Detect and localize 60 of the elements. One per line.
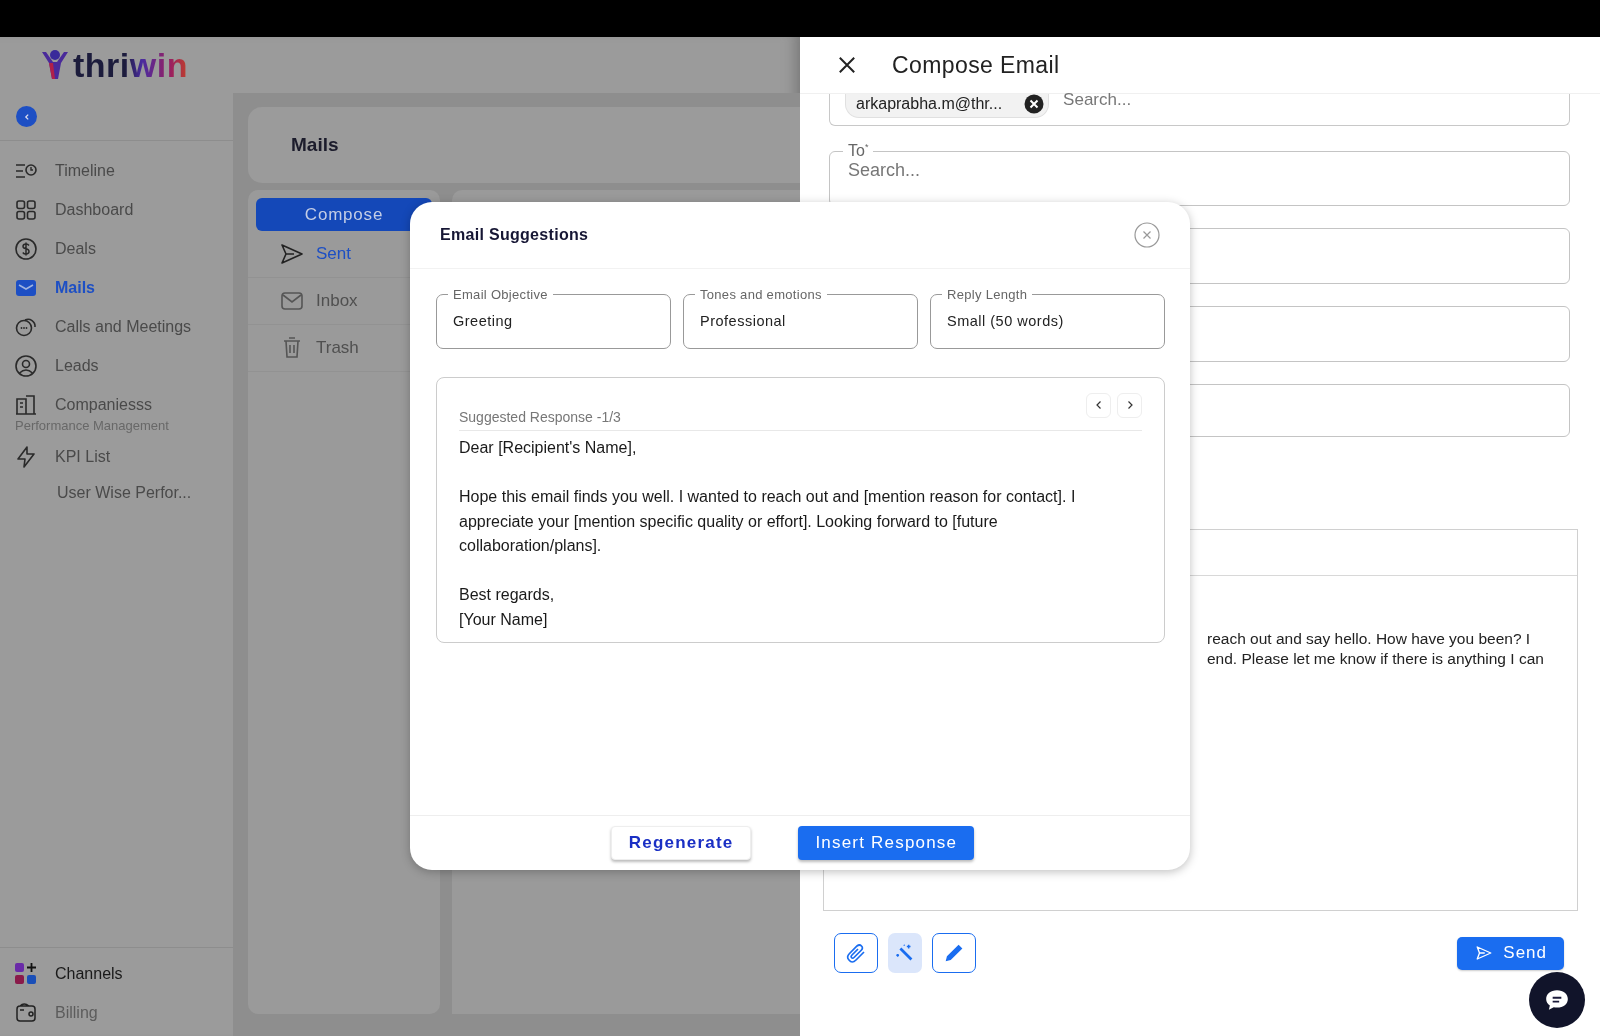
from-field[interactable]: arkaprabha.m@thr... Search...	[829, 94, 1570, 126]
insert-button[interactable]: Insert Response	[798, 826, 975, 860]
field-label: Tones and emotions	[699, 287, 823, 302]
body-text: end. Please let me know if there is anything I can	[1207, 649, 1545, 669]
edit-button[interactable]	[932, 933, 976, 973]
regenerate-button[interactable]: Regenerate	[610, 826, 752, 860]
close-icon	[1134, 222, 1160, 248]
magic-wand-button[interactable]	[888, 933, 922, 973]
select-value: Professional	[700, 313, 786, 329]
sidebar-item[interactable]: Mails	[0, 268, 233, 307]
sidebar-item[interactable]: Calls and Meetings	[0, 307, 233, 346]
select-field[interactable]: Email Objective Greeting	[436, 287, 671, 349]
collapse-button[interactable]	[16, 106, 37, 127]
chat-button[interactable]	[1529, 972, 1585, 1028]
apps-plus-icon	[14, 961, 38, 986]
field-label: To$^{*}$	[847, 142, 870, 161]
send-icon	[280, 242, 304, 266]
attach-button[interactable]	[834, 933, 878, 973]
lightning-icon	[14, 444, 38, 469]
wallet-icon	[14, 1000, 38, 1025]
close-button[interactable]	[838, 56, 856, 74]
send-button[interactable]: Send	[1457, 936, 1564, 970]
logo-icon	[40, 49, 70, 81]
page-title: Mails	[291, 134, 339, 156]
sidebar-item[interactable]: Billing	[0, 993, 233, 1032]
sidebar-item[interactable]: Timeline	[0, 151, 233, 190]
sidebar-item[interactable]: KPI List	[0, 437, 233, 476]
sidebar-item[interactable]: Channels	[0, 954, 233, 993]
paperclip-icon	[844, 941, 868, 965]
chevron-left-icon	[22, 112, 31, 121]
select-field[interactable]: Tones and emotions Professional	[683, 287, 918, 349]
body-text: reach out and say hello. How have you been? I	[1207, 629, 1532, 649]
dialog-title: Email Suggestions	[440, 226, 589, 244]
response-paragraph: Best regards, [Your Name]	[459, 585, 556, 630]
select-field[interactable]: Reply Length Small (50 words)	[930, 287, 1165, 349]
sidebar-item[interactable]: Dashboard	[0, 190, 233, 229]
dollar-icon	[14, 236, 38, 261]
select-value: Small (50 words)	[947, 313, 1064, 329]
select-value: Greeting	[453, 313, 513, 329]
response-paragraph: Dear [Recipient's Name],	[459, 438, 638, 458]
search-field[interactable]: Search...	[848, 160, 1148, 182]
sidebar-subitem[interactable]: User Wise Perfor...	[0, 476, 233, 502]
pencil-icon	[943, 942, 965, 964]
grid-icon	[14, 197, 38, 222]
sidebar-item[interactable]: Deals	[0, 229, 233, 268]
previous-button[interactable]	[1086, 392, 1111, 418]
next-button[interactable]	[1117, 392, 1142, 418]
building-icon	[14, 392, 38, 417]
close-icon	[838, 56, 856, 74]
mail-icon	[280, 289, 304, 313]
field-label: Reply Length	[946, 287, 1029, 302]
field-label: Email Objective	[452, 287, 549, 302]
chip-text: arkaprabha.m@thr...	[856, 95, 1003, 113]
send-icon	[1475, 944, 1494, 962]
sidebar-item[interactable]: Leads	[0, 346, 233, 385]
drawer-title: Compose Email	[892, 51, 1060, 79]
response-heading: Suggested Response -1/3	[459, 409, 621, 425]
user-icon	[14, 353, 38, 378]
remove-icon[interactable]	[1024, 94, 1045, 114]
compose-button[interactable]: Compose	[256, 198, 432, 231]
